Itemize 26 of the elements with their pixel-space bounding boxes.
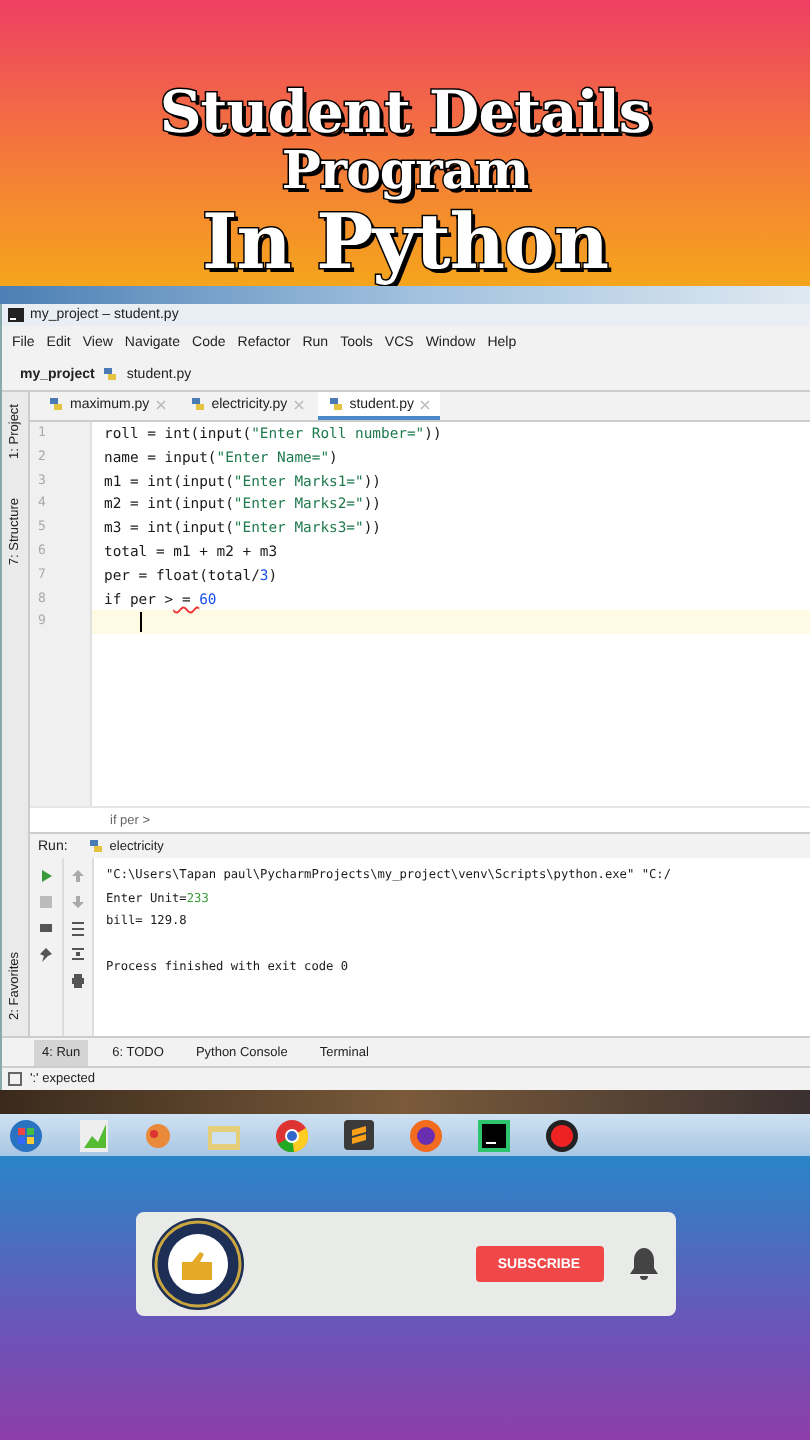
headline: Program: [281, 143, 529, 200]
pin-icon[interactable]: [38, 946, 54, 962]
headline: In Python: [202, 199, 608, 282]
app-icon: [8, 308, 24, 322]
layout-icon[interactable]: [38, 920, 54, 936]
text-caret: [140, 612, 142, 633]
python-file-icon: [327, 396, 344, 412]
python-file-icon: [48, 396, 64, 412]
pycharm-icon[interactable]: [478, 1119, 510, 1151]
wrap-icon[interactable]: [70, 920, 86, 936]
python-file-icon: [87, 838, 104, 854]
print-icon[interactable]: [70, 972, 86, 988]
scroll-end-icon[interactable]: [70, 946, 86, 962]
record-icon[interactable]: [546, 1119, 578, 1151]
python-file-icon: [102, 366, 119, 382]
status-icon: [8, 1072, 22, 1086]
bell-icon[interactable]: [627, 1246, 659, 1282]
firefox-icon[interactable]: [410, 1119, 442, 1151]
seal-icon: [151, 1218, 243, 1310]
chrome-icon[interactable]: [276, 1119, 308, 1151]
run-icon[interactable]: [38, 868, 54, 884]
start-orb-icon[interactable]: [8, 1117, 44, 1153]
paint-app-icon[interactable]: [144, 1121, 172, 1149]
headline: Student Details: [159, 81, 651, 144]
sublime-text-icon[interactable]: [344, 1120, 374, 1150]
python-file-icon: [189, 396, 206, 412]
